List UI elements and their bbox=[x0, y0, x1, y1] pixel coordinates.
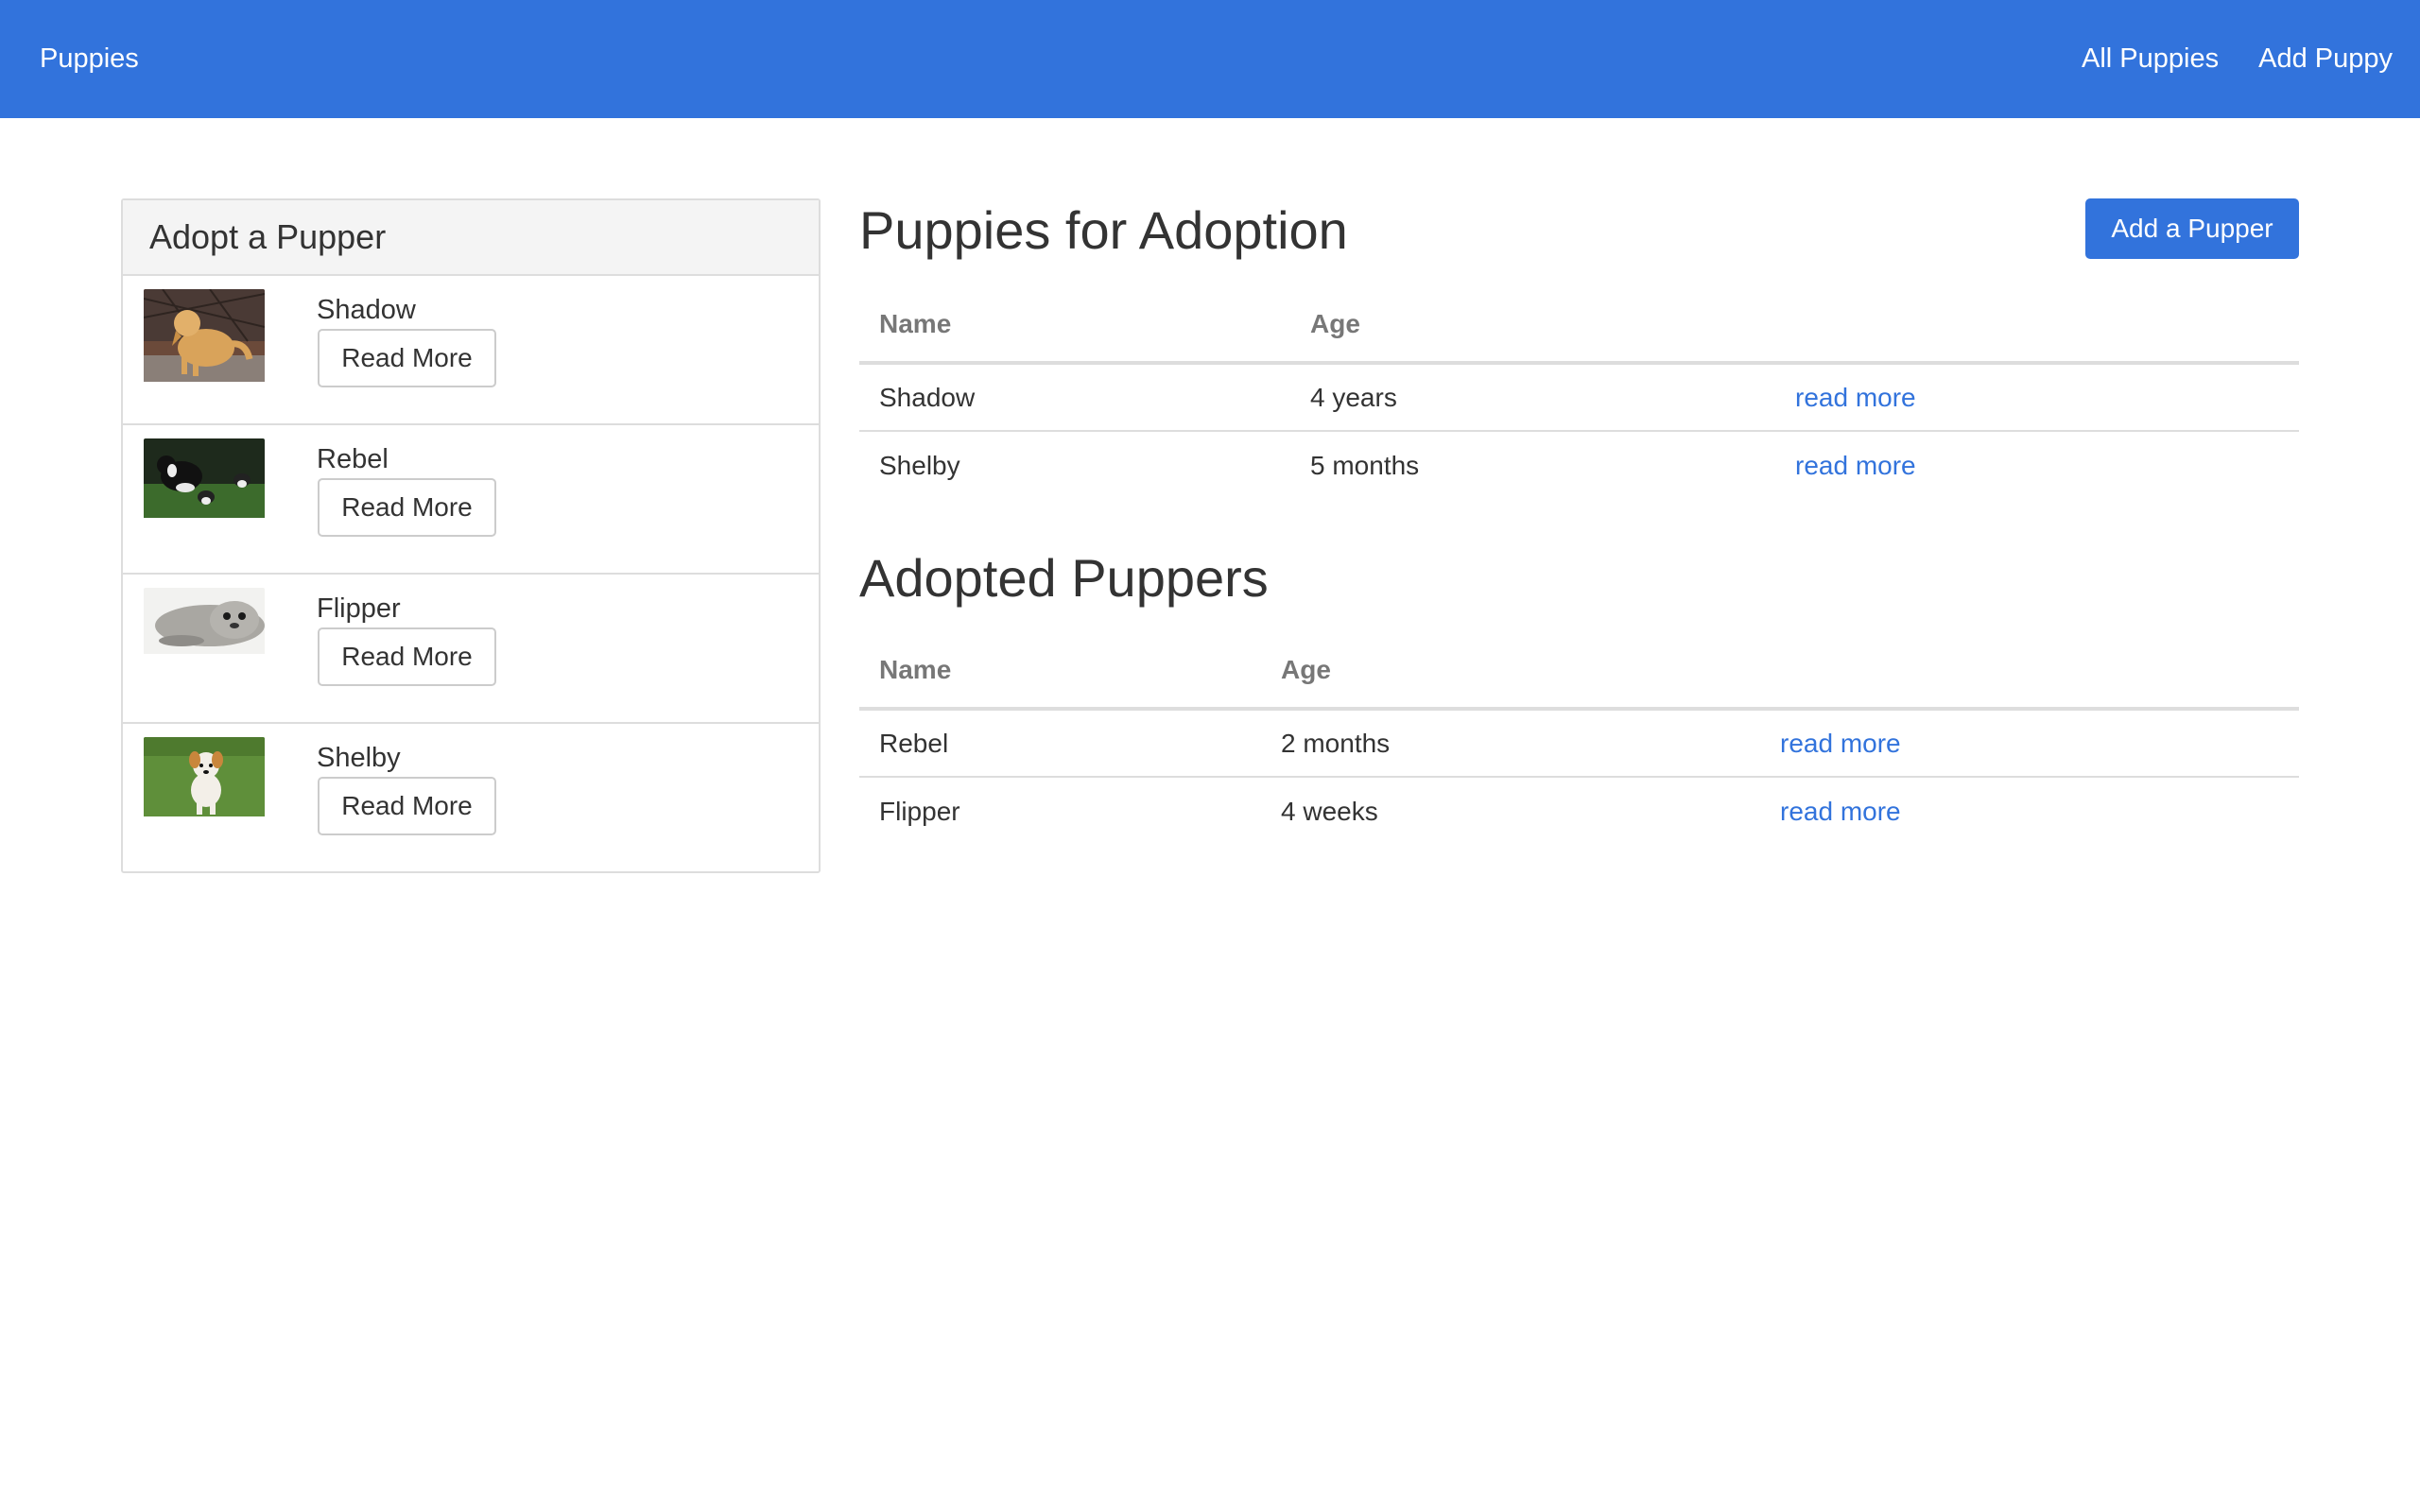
column-header-name: Name bbox=[859, 633, 1261, 711]
column-header-name: Name bbox=[859, 287, 1290, 365]
cell-action: read more bbox=[1760, 777, 2299, 845]
adopted-table: Name Age Rebel 2 months read more Flippe… bbox=[859, 633, 2299, 845]
read-more-button-flipper[interactable]: Read More bbox=[318, 627, 496, 686]
pup-name: Flipper bbox=[317, 593, 401, 624]
cell-name: Shadow bbox=[859, 363, 1290, 432]
list-item-flipper: Flipper Read More bbox=[123, 575, 819, 724]
cell-age: 2 months bbox=[1261, 709, 1760, 778]
puppy-on-grass-photo bbox=[144, 737, 265, 821]
column-header-age: Age bbox=[1290, 287, 1775, 365]
cell-action: read more bbox=[1775, 363, 2299, 432]
list-item-rebel: Rebel Read More bbox=[123, 425, 819, 575]
read-more-link-rebel[interactable]: read more bbox=[1780, 729, 1901, 758]
section-title-for-adoption: Puppies for Adoption bbox=[859, 200, 1348, 260]
nav-links: All Puppies Add Puppy bbox=[2062, 43, 2412, 75]
nav-add-puppy[interactable]: Add Puppy bbox=[2238, 43, 2412, 75]
read-more-button-shadow[interactable]: Read More bbox=[318, 329, 496, 387]
main-content: Puppies for Adoption Add a Pupper Name A… bbox=[859, 189, 2299, 845]
table-row: Flipper 4 weeks read more bbox=[859, 777, 2299, 845]
cell-name: Shelby bbox=[879, 450, 960, 480]
table-row: Shadow 4 years read more bbox=[859, 363, 2299, 432]
seal-pup-photo bbox=[144, 588, 265, 659]
adopt-panel: Adopt a Pupper Shadow Read More Rebel Re… bbox=[121, 198, 821, 873]
list-item-shelby: Shelby Read More bbox=[123, 724, 819, 873]
pup-name: Shelby bbox=[317, 743, 401, 773]
brand-link[interactable]: Puppies bbox=[40, 43, 139, 75]
pup-name: Shadow bbox=[317, 295, 416, 325]
add-pupper-button[interactable]: Add a Pupper bbox=[2085, 198, 2299, 259]
cell-name: Flipper bbox=[879, 796, 960, 826]
list-item-shadow: Shadow Read More bbox=[123, 276, 819, 425]
column-header-actions bbox=[1775, 287, 2299, 365]
top-navbar: Puppies All Puppies Add Puppy bbox=[0, 0, 2420, 118]
cell-age: 5 months bbox=[1310, 450, 1420, 480]
border-collie-puppies-photo bbox=[144, 438, 265, 523]
for-adoption-section: Puppies for Adoption Add a Pupper Name A… bbox=[859, 189, 2299, 499]
table-row: Shelby 5 months read more bbox=[859, 431, 2299, 499]
cell-action: read more bbox=[1775, 431, 2299, 499]
cell-age: 4 years bbox=[1290, 363, 1775, 432]
read-more-button-rebel[interactable]: Read More bbox=[318, 478, 496, 537]
column-header-actions bbox=[1760, 633, 2299, 711]
cell-action: read more bbox=[1760, 709, 2299, 778]
adopted-section: Adopted Puppers Name Age Rebel 2 months … bbox=[859, 552, 2299, 845]
column-header-age: Age bbox=[1261, 633, 1760, 711]
read-more-link-shadow[interactable]: read more bbox=[1795, 383, 1916, 412]
read-more-link-flipper[interactable]: read more bbox=[1780, 797, 1901, 826]
section-title-adopted: Adopted Puppers bbox=[859, 548, 1269, 608]
table-row: Rebel 2 months read more bbox=[859, 709, 2299, 778]
for-adoption-table: Name Age Shadow 4 years read more Shelby… bbox=[859, 287, 2299, 499]
pup-name: Rebel bbox=[317, 444, 389, 474]
cell-age: 4 weeks bbox=[1281, 796, 1378, 826]
cell-name: Rebel bbox=[859, 709, 1261, 778]
read-more-link-shelby[interactable]: read more bbox=[1795, 451, 1916, 480]
nav-all-puppies[interactable]: All Puppies bbox=[2062, 43, 2238, 75]
golden-retriever-photo bbox=[144, 289, 265, 387]
adopt-panel-title: Adopt a Pupper bbox=[123, 200, 819, 276]
read-more-button-shelby[interactable]: Read More bbox=[318, 777, 496, 835]
